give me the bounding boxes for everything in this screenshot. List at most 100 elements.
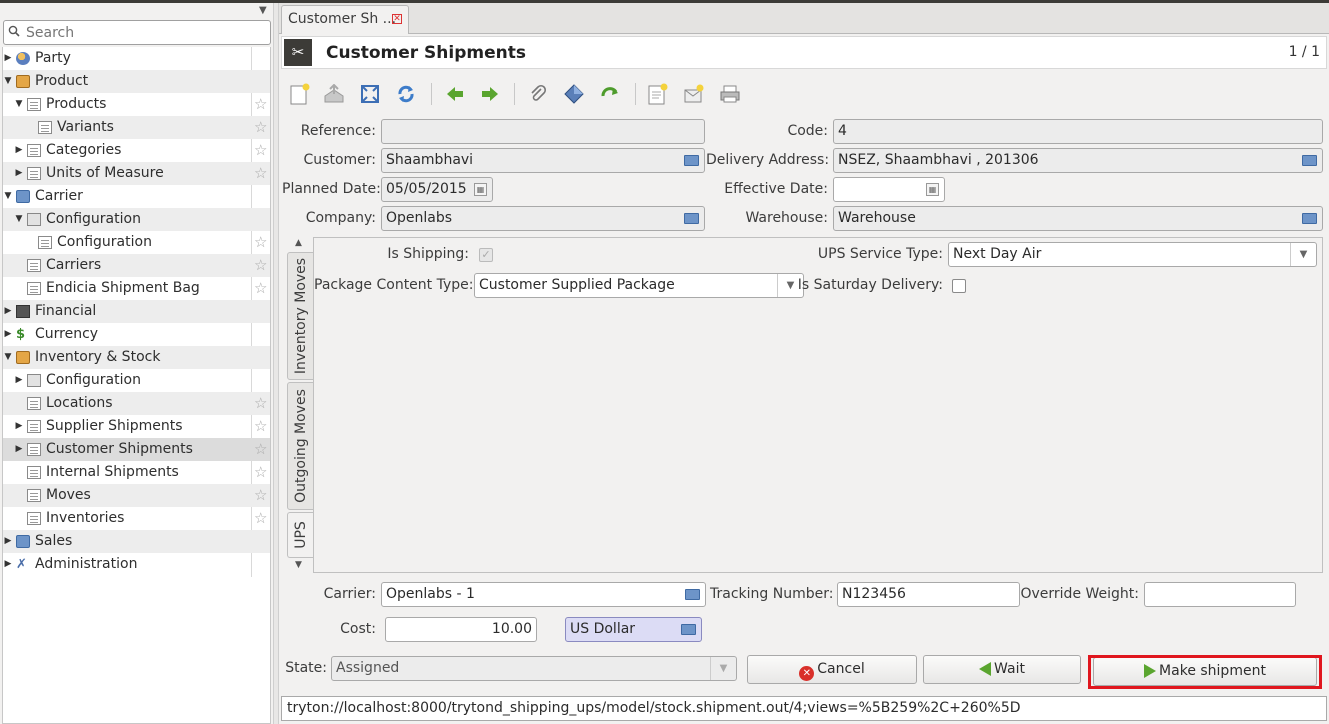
wait-button[interactable]: Wait <box>923 655 1081 684</box>
sidebar-item[interactable]: Variants ☆ <box>3 116 270 139</box>
sidebar-collapse-arrow-icon[interactable]: ▼ <box>259 5 267 16</box>
favorite-star-icon[interactable]: ☆ <box>254 415 267 438</box>
state-select[interactable]: Assigned ▼ <box>331 656 737 681</box>
scroll-tabs-up-icon[interactable]: ▲ <box>295 238 302 248</box>
next-record-icon[interactable] <box>477 81 503 107</box>
collapsed-arrow-icon[interactable]: ▶ <box>3 47 13 70</box>
sidebar-item[interactable]: ▼ Products ☆ <box>3 93 270 116</box>
sidebar-item[interactable]: Locations ☆ <box>3 392 270 415</box>
package-content-type-select[interactable]: Customer Supplied Package ▼ <box>474 273 804 298</box>
is-shipping-checkbox[interactable]: ✓ <box>479 248 493 262</box>
sidebar-item[interactable]: ▼ Configuration <box>3 208 270 231</box>
scroll-tabs-down-icon[interactable]: ▼ <box>295 560 302 570</box>
favorite-star-icon[interactable]: ☆ <box>254 277 267 300</box>
actions-tool-icon[interactable]: ✂ <box>284 39 312 66</box>
collapsed-arrow-icon[interactable]: ▶ <box>3 553 13 576</box>
open-folder-icon[interactable] <box>685 589 700 600</box>
tracking-number-field[interactable]: N123456 <box>837 582 1020 607</box>
calendar-icon[interactable]: ▦ <box>926 183 939 196</box>
action-icon[interactable] <box>561 81 587 107</box>
search-box[interactable] <box>3 20 271 45</box>
relate-icon[interactable] <box>597 81 623 107</box>
switch-view-icon[interactable] <box>357 81 383 107</box>
collapsed-arrow-icon[interactable]: ▶ <box>14 438 24 461</box>
expanded-arrow-icon[interactable]: ▼ <box>3 346 13 369</box>
close-tab-icon[interactable]: ✕ <box>392 14 402 24</box>
favorite-star-icon[interactable]: ☆ <box>254 162 267 185</box>
sidebar-item[interactable]: ▶ Configuration <box>3 369 270 392</box>
tab-inventory-moves[interactable]: Inventory Moves <box>287 252 314 380</box>
attachment-icon[interactable] <box>525 81 551 107</box>
sidebar-item[interactable]: ▶ Supplier Shipments ☆ <box>3 415 270 438</box>
ups-service-type-select[interactable]: Next Day Air ▼ <box>948 242 1317 267</box>
search-input[interactable] <box>24 23 264 42</box>
open-folder-icon[interactable] <box>684 155 699 166</box>
warehouse-field[interactable]: Warehouse <box>833 206 1323 231</box>
saturday-delivery-checkbox[interactable] <box>952 279 966 293</box>
expanded-arrow-icon[interactable]: ▼ <box>14 208 24 231</box>
expanded-arrow-icon[interactable]: ▼ <box>3 185 13 208</box>
calendar-icon[interactable]: ▦ <box>474 183 487 196</box>
collapsed-arrow-icon[interactable]: ▶ <box>14 139 24 162</box>
sidebar-item[interactable]: ▼ Product <box>3 70 270 93</box>
collapsed-arrow-icon[interactable]: ▶ <box>14 369 24 392</box>
previous-record-icon[interactable] <box>442 81 468 107</box>
expanded-arrow-icon[interactable]: ▼ <box>14 93 24 116</box>
sidebar-item[interactable]: ▶ Categories ☆ <box>3 139 270 162</box>
override-weight-field[interactable] <box>1144 582 1296 607</box>
sidebar-item[interactable]: Endicia Shipment Bag ☆ <box>3 277 270 300</box>
sidebar-item[interactable]: ▼ Inventory & Stock <box>3 346 270 369</box>
favorite-star-icon[interactable]: ☆ <box>254 139 267 162</box>
sidebar-item[interactable]: Moves ☆ <box>3 484 270 507</box>
open-folder-icon[interactable] <box>684 213 699 224</box>
collapsed-arrow-icon[interactable]: ▶ <box>3 323 13 346</box>
code-field[interactable]: 4 <box>833 119 1323 144</box>
sidebar-item[interactable]: Inventories ☆ <box>3 507 270 530</box>
sidebar-item[interactable]: Configuration ☆ <box>3 231 270 254</box>
sidebar-item[interactable]: ▶ ✗ Administration <box>3 553 270 576</box>
favorite-star-icon[interactable]: ☆ <box>254 484 267 507</box>
sidebar-item[interactable]: ▶ Sales <box>3 530 270 553</box>
carrier-field[interactable]: Openlabs - 1 <box>381 582 706 607</box>
cancel-button[interactable]: ✕ Cancel <box>747 655 917 684</box>
customer-field[interactable]: Shaambhavi <box>381 148 705 173</box>
open-folder-icon[interactable] <box>681 624 696 635</box>
favorite-star-icon[interactable]: ☆ <box>254 93 267 116</box>
collapsed-arrow-icon[interactable]: ▶ <box>14 415 24 438</box>
expanded-arrow-icon[interactable]: ▼ <box>3 70 13 93</box>
reload-icon[interactable] <box>393 81 419 107</box>
tab-outgoing-moves[interactable]: Outgoing Moves <box>287 382 314 510</box>
planned-date-field[interactable]: 05/05/2015 ▦ <box>381 177 493 202</box>
tab-customer-shipments[interactable]: Customer Sh ... ✕ <box>281 5 409 34</box>
cost-field[interactable]: 10.00 <box>385 617 537 642</box>
sidebar-item[interactable]: ▶ $ Currency <box>3 323 270 346</box>
report-icon[interactable] <box>645 81 671 107</box>
favorite-star-icon[interactable]: ☆ <box>254 116 267 139</box>
collapsed-arrow-icon[interactable]: ▶ <box>3 300 13 323</box>
collapsed-arrow-icon[interactable]: ▶ <box>3 530 13 553</box>
reference-field[interactable] <box>381 119 705 144</box>
sidebar-item[interactable]: ▼ Carrier <box>3 185 270 208</box>
sidebar-item[interactable]: ▶ Units of Measure ☆ <box>3 162 270 185</box>
currency-field[interactable]: US Dollar <box>565 617 702 642</box>
sidebar-item[interactable]: ▶ Customer Shipments ☆ <box>3 438 270 461</box>
email-icon[interactable] <box>681 81 707 107</box>
collapsed-arrow-icon[interactable]: ▶ <box>14 162 24 185</box>
tab-ups[interactable]: UPS <box>287 512 314 558</box>
favorite-star-icon[interactable]: ☆ <box>254 392 267 415</box>
favorite-star-icon[interactable]: ☆ <box>254 254 267 277</box>
open-folder-icon[interactable] <box>1302 213 1317 224</box>
sidebar-item[interactable]: ▶ Financial <box>3 300 270 323</box>
favorite-star-icon[interactable]: ☆ <box>254 231 267 254</box>
pane-splitter[interactable] <box>273 3 279 724</box>
favorite-star-icon[interactable]: ☆ <box>254 438 267 461</box>
new-record-icon[interactable] <box>287 81 313 107</box>
effective-date-field[interactable]: ▦ <box>833 177 945 202</box>
delivery-address-field[interactable]: NSEZ, Shaambhavi , 201306 <box>833 148 1323 173</box>
company-field[interactable]: Openlabs <box>381 206 705 231</box>
sidebar-item[interactable]: ▶ Party <box>3 47 270 70</box>
open-folder-icon[interactable] <box>1302 155 1317 166</box>
save-record-icon[interactable] <box>321 81 347 107</box>
print-icon[interactable] <box>717 81 743 107</box>
favorite-star-icon[interactable]: ☆ <box>254 507 267 530</box>
